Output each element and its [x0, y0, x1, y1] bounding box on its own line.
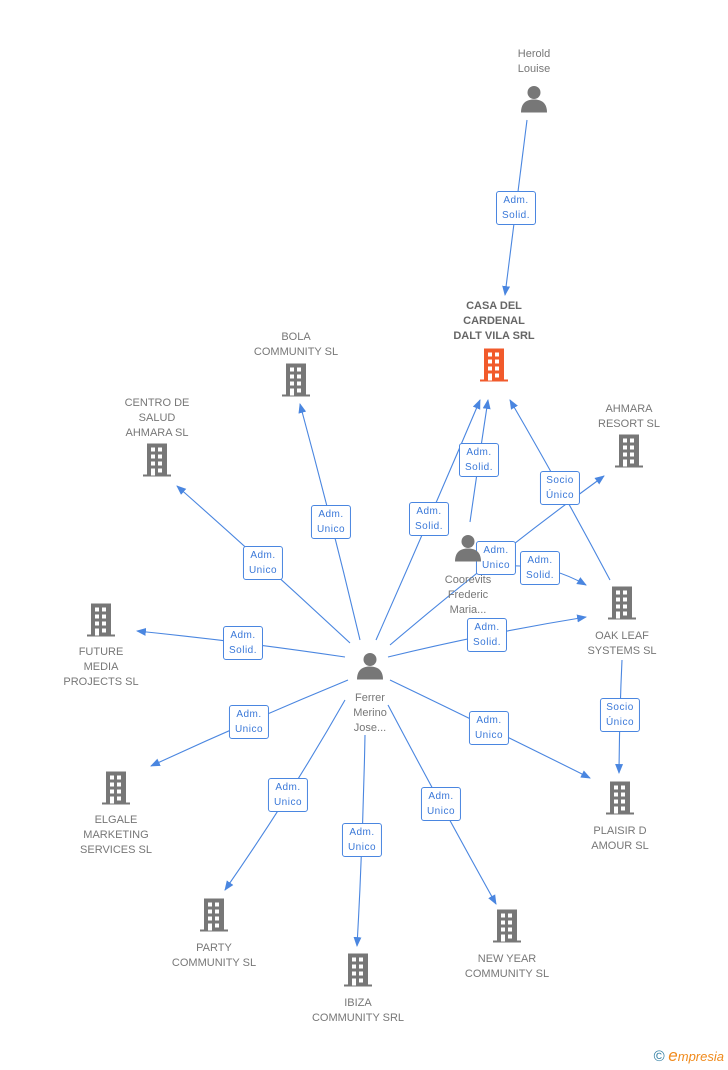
building-icon[interactable]	[140, 442, 174, 483]
edge-label[interactable]: Adm. Solid.	[466, 618, 508, 652]
node-label-ibiza[interactable]: IBIZA COMMUNITY SRL	[312, 996, 404, 1026]
building-icon[interactable]	[612, 433, 646, 474]
edge-label[interactable]: Socio Único	[539, 471, 581, 505]
node-label-party[interactable]: PARTY COMMUNITY SL	[172, 941, 256, 971]
empresia-logo: © empresia	[653, 1046, 724, 1065]
node-label-future[interactable]: FUTURE MEDIA PROJECTS SL	[63, 645, 138, 690]
building-icon[interactable]	[341, 952, 375, 993]
edge-label[interactable]: Adm. Unico	[420, 787, 462, 821]
node-label-herold[interactable]: Herold Louise	[518, 47, 550, 77]
edge-label[interactable]: Adm. Solid.	[408, 502, 450, 536]
edge-label[interactable]: Adm. Unico	[228, 705, 270, 739]
node-label-casa[interactable]: CASA DEL CARDENAL DALT VILA SRL	[453, 299, 534, 344]
main-building-icon[interactable]	[477, 347, 511, 388]
node-label-coorevits[interactable]: Coorevits Frederic Maria...	[445, 573, 491, 618]
network-graph	[136, 119, 624, 947]
building-icon[interactable]	[603, 780, 637, 821]
building-icon[interactable]	[99, 770, 133, 811]
edge-label[interactable]: Adm. Unico	[267, 778, 309, 812]
node-label-ferrer[interactable]: Ferrer Merino Jose...	[353, 691, 387, 736]
building-icon[interactable]	[279, 362, 313, 403]
node-label-centro[interactable]: CENTRO DE SALUD AHMARA SL	[125, 396, 190, 441]
node-label-oak[interactable]: OAK LEAF SYSTEMS SL	[587, 629, 656, 659]
edge-label[interactable]: Adm. Solid.	[222, 626, 264, 660]
edge-label[interactable]: Adm. Unico	[310, 505, 352, 539]
edge-label[interactable]: Adm. Unico	[341, 823, 383, 857]
person-icon[interactable]	[519, 84, 549, 119]
edge-label[interactable]: Adm. Solid.	[495, 191, 537, 225]
person-icon[interactable]	[355, 651, 385, 686]
node-label-bola[interactable]: BOLA COMMUNITY SL	[254, 330, 338, 360]
node-label-plaisir[interactable]: PLAISIR D AMOUR SL	[591, 824, 648, 854]
edge-label[interactable]: Adm. Solid.	[519, 551, 561, 585]
node-label-elgale[interactable]: ELGALE MARKETING SERVICES SL	[80, 813, 152, 858]
node-label-ahmara[interactable]: AHMARA RESORT SL	[598, 402, 660, 432]
building-icon[interactable]	[490, 908, 524, 949]
person-icon[interactable]	[453, 533, 483, 568]
edge-label[interactable]: Socio Único	[599, 698, 641, 732]
node-label-newyear[interactable]: NEW YEAR COMMUNITY SL	[465, 952, 549, 982]
edge-label[interactable]: Adm. Unico	[242, 546, 284, 580]
building-icon[interactable]	[84, 602, 118, 643]
edge-label[interactable]: Adm. Solid.	[458, 443, 500, 477]
building-icon[interactable]	[197, 897, 231, 938]
edge-label[interactable]: Adm. Unico	[468, 711, 510, 745]
building-icon[interactable]	[605, 585, 639, 626]
